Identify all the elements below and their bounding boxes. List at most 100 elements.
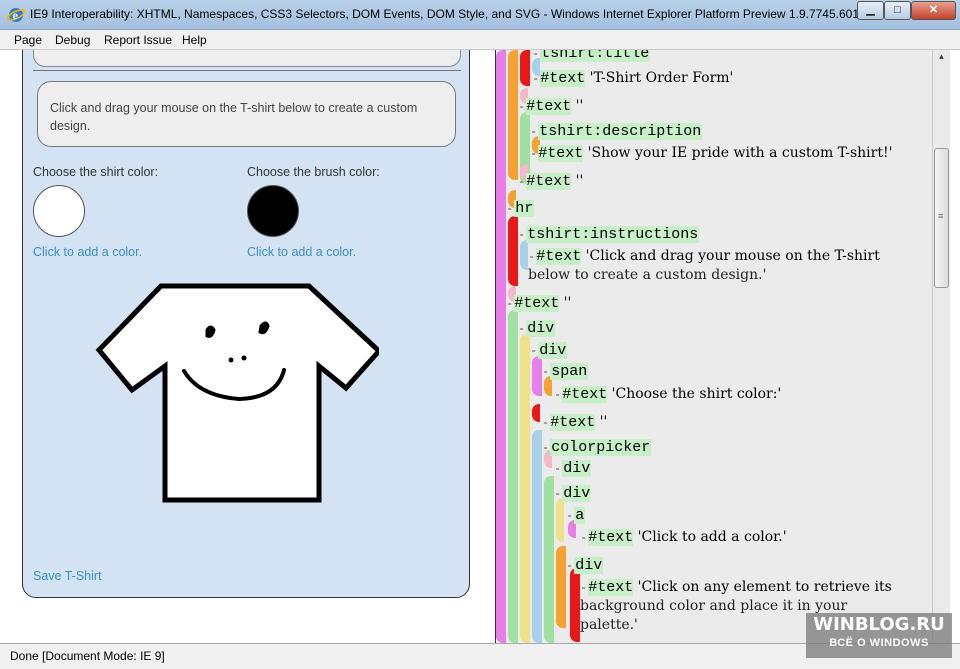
tree-text-label: #text <box>540 70 586 87</box>
menu-help[interactable]: Help <box>182 33 207 47</box>
collapse-dash-icon[interactable]: - <box>542 365 549 379</box>
tree-text-value: '' <box>571 98 584 114</box>
title-bar: e IE9 Interoperability: XHTML, Namespace… <box>0 0 960 30</box>
tree-depth-bar <box>496 50 506 643</box>
collapse-dash-icon[interactable]: - <box>518 322 525 336</box>
tree-node[interactable]: - hr <box>506 199 535 219</box>
scroll-thumb[interactable]: ≡ <box>934 148 949 288</box>
nose-dot <box>228 357 234 363</box>
collapse-dash-icon[interactable]: - <box>532 72 539 86</box>
tree-text-label: #text <box>588 579 634 596</box>
tree-node[interactable]: - div <box>530 341 568 361</box>
tree-node[interactable]: - tshirt:title <box>532 50 651 64</box>
tshirt-canvas[interactable] <box>89 278 379 508</box>
collapse-dash-icon[interactable]: - <box>530 344 537 358</box>
watermark-subtitle: ВСЁ О WINDOWS <box>829 637 929 649</box>
watermark-logo: WINBLOG.RU ВСЁ О WINDOWS <box>806 613 952 658</box>
collapse-dash-icon[interactable]: - <box>566 509 573 523</box>
menu-debug[interactable]: Debug <box>55 33 90 47</box>
collapse-dash-icon[interactable]: - <box>530 125 537 139</box>
tree-depth-bar <box>520 334 530 643</box>
collapse-dash-icon[interactable]: - <box>542 416 549 430</box>
collapse-dash-icon[interactable]: - <box>580 581 587 595</box>
tree-node[interactable]: - div <box>518 319 556 339</box>
tree-node[interactable]: -#text 'Click to add a color.' <box>580 528 787 548</box>
collapse-dash-icon[interactable]: - <box>554 462 561 476</box>
tree-depth-bar <box>532 430 542 643</box>
collapse-dash-icon[interactable]: - <box>518 228 525 242</box>
menu-page[interactable]: Page <box>14 33 42 47</box>
watermark-title: WINBLOG.RU <box>813 614 945 635</box>
brush-color-swatch[interactable] <box>247 185 299 237</box>
tree-text-label: #text <box>550 414 596 431</box>
tree-node[interactable]: - div <box>554 484 592 504</box>
tree-text-value: '' <box>571 173 584 189</box>
tree-element-label: colorpicker <box>550 439 652 456</box>
tree-node-continuation: palette.' <box>580 617 638 633</box>
collapse-dash-icon[interactable]: - <box>528 250 535 264</box>
tree-depth-bar <box>508 310 518 643</box>
tree-node[interactable]: - colorpicker <box>542 438 652 458</box>
shirt-add-color-link[interactable]: Click to add a color. <box>33 245 142 259</box>
tree-element-label: div <box>562 485 592 502</box>
tree-node[interactable]: -#text '' <box>506 294 571 314</box>
minimize-button[interactable]: ▁ <box>857 1 884 20</box>
tree-depth-bar <box>520 50 530 86</box>
tree-node[interactable]: -#text 'Click and drag your mouse on the… <box>528 247 880 267</box>
grip-icon: ≡ <box>938 211 944 221</box>
maximize-button[interactable]: □ <box>884 1 911 20</box>
tree-depth-bar <box>532 404 540 422</box>
shirt-color-label: Choose the shirt color: <box>33 165 159 179</box>
collapse-dash-icon[interactable]: - <box>580 531 587 545</box>
collapse-dash-icon[interactable]: - <box>532 50 539 61</box>
tree-node[interactable]: -#text 'Choose the shirt color:' <box>554 385 781 405</box>
tree-depth-bar <box>570 568 580 642</box>
tree-node[interactable]: - div <box>554 459 592 479</box>
tree-node[interactable]: -#text '' <box>518 172 583 192</box>
collapse-dash-icon[interactable]: - <box>566 559 573 573</box>
tree-node[interactable]: -a <box>566 506 586 526</box>
tree-text-value: 'Click on any element to retrieve its <box>633 579 892 595</box>
vertical-scrollbar[interactable]: ▲ ≡ <box>932 50 950 643</box>
tree-node[interactable]: - div <box>566 556 604 576</box>
tree-node[interactable]: - tshirt:instructions <box>518 225 700 245</box>
tree-element-label: hr <box>514 200 535 217</box>
shirt-color-swatch[interactable] <box>33 185 85 237</box>
save-tshirt-link[interactable]: Save T-Shirt <box>33 569 102 583</box>
collapse-dash-icon[interactable]: - <box>506 297 513 311</box>
pane-splitter[interactable] <box>480 50 496 643</box>
collapse-dash-icon[interactable]: - <box>530 147 537 161</box>
tree-text-value: 'Show your IE pride with a custom T-shir… <box>583 145 893 161</box>
collapse-dash-icon[interactable]: - <box>518 100 525 114</box>
dom-tree-view: - tshirt:title -#text 'T-Shirt Order Form'… <box>496 50 932 643</box>
horizontal-rule <box>33 70 461 71</box>
collapse-dash-icon[interactable]: - <box>554 388 561 402</box>
scroll-up-arrow-icon[interactable]: ▲ <box>933 52 950 66</box>
status-text: Done [Document Mode: IE 9] <box>10 649 165 663</box>
tree-depth-bar <box>532 356 542 396</box>
brush-add-color-link[interactable]: Click to add a color. <box>247 245 356 259</box>
tree-element-label: div <box>574 557 604 574</box>
tree-element-label: tshirt:description <box>538 123 703 140</box>
collapse-dash-icon[interactable]: - <box>554 487 561 501</box>
instructions-text: Click and drag your mouse on the T-shirt… <box>50 101 418 133</box>
tree-node[interactable]: -#text 'Show your IE pride with a custom… <box>530 144 892 164</box>
tree-node[interactable]: - span <box>542 362 589 382</box>
tree-node[interactable]: -#text 'Click on any element to retrieve… <box>580 578 892 598</box>
tree-depth-bar <box>508 216 518 286</box>
tree-node[interactable]: -#text 'T-Shirt Order Form' <box>532 69 733 89</box>
menu-report-issue[interactable]: Report Issue <box>104 33 172 47</box>
tree-node[interactable]: -#text '' <box>542 413 607 433</box>
tree-element-label: a <box>574 507 586 524</box>
tree-node[interactable]: -#text '' <box>518 97 583 117</box>
collapse-dash-icon[interactable]: - <box>506 202 513 216</box>
page-view: Click and drag your mouse on the T-shirt… <box>8 50 480 637</box>
collapse-dash-icon[interactable]: - <box>542 441 549 455</box>
tree-depth-bar <box>556 498 564 542</box>
close-button[interactable]: ✕ <box>911 1 956 20</box>
tree-text-value: 'Click to add a color.' <box>633 529 787 545</box>
tree-text-value: 'Choose the shirt color:' <box>607 386 782 402</box>
tree-text-value: 'Click and drag your mouse on the T-shir… <box>581 248 880 264</box>
collapse-dash-icon[interactable]: - <box>518 175 525 189</box>
tree-node[interactable]: - tshirt:description <box>530 122 703 142</box>
